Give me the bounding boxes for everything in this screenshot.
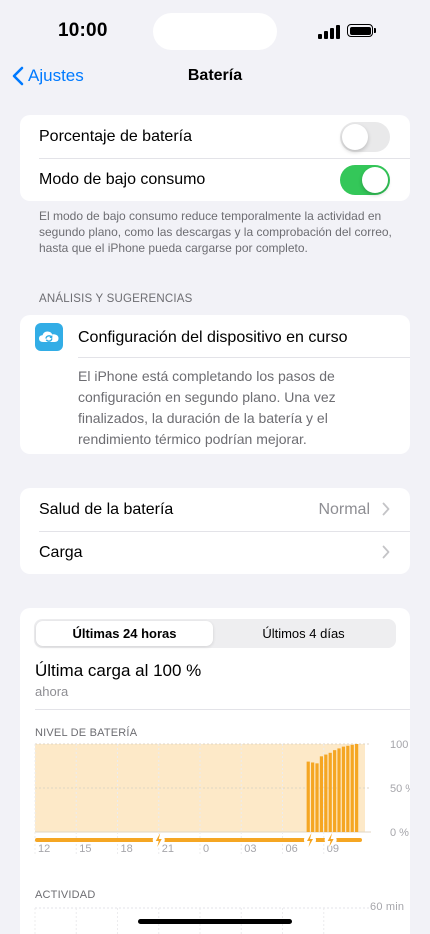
chevron-right-icon: [382, 545, 390, 559]
battery-health-label: Salud de la batería: [39, 500, 174, 518]
device-setup-icon: [35, 323, 63, 351]
battery-level-bar: [311, 762, 315, 832]
battery-level-bar: [355, 744, 359, 832]
low-power-footnote: El modo de bajo consumo reduce temporalm…: [39, 209, 392, 255]
insights-header: ANÁLISIS Y SUGERENCIAS: [39, 293, 193, 305]
insight-divider: [78, 357, 410, 358]
tab-last-4-days[interactable]: Últimos 4 días: [215, 621, 392, 646]
battery-options-card: Porcentaje de batería Modo de bajo consu…: [20, 115, 410, 201]
battery-level-bar: [315, 763, 319, 832]
x-tick-label: 12: [38, 843, 50, 855]
battery-level-bar: [350, 744, 354, 832]
insight-card[interactable]: Configuración del dispositivo en curso E…: [20, 315, 410, 454]
battery-level-bar: [346, 745, 350, 832]
percentage-toggle[interactable]: [340, 122, 390, 152]
battery-level-bar: [328, 752, 332, 832]
signal-icon: [318, 25, 342, 39]
y-tick-label: 100 %: [390, 740, 410, 751]
x-tick-label: 06: [286, 843, 298, 855]
status-time: 10:00: [58, 20, 108, 41]
percentage-label: Porcentaje de batería: [39, 127, 192, 145]
battery-health-value: Normal: [318, 500, 370, 518]
chevron-right-icon: [382, 502, 390, 516]
battery-status-icon: [347, 24, 376, 37]
battery-level-bar: [306, 761, 310, 832]
time-range-segmented-control: Últimas 24 horas Últimos 4 días: [34, 619, 396, 648]
x-tick-label: 21: [162, 843, 174, 855]
battery-health-row[interactable]: Salud de la batería Normal: [20, 488, 410, 531]
page-title: Batería: [187, 67, 243, 84]
low-power-label: Modo de bajo consumo: [39, 170, 206, 188]
navigation-bar: Ajustes Batería: [0, 62, 430, 92]
home-indicator[interactable]: [138, 919, 292, 924]
battery-level-bar: [319, 756, 324, 832]
battery-level-chart: 121518210030609100 %50 %0 %: [34, 740, 410, 856]
last-charge-title: Última carga al 100 %: [35, 661, 202, 680]
tab-last-24-hours[interactable]: Últimas 24 horas: [36, 621, 213, 646]
y-tick-label: 50 %: [390, 783, 410, 795]
device-screen: 10:00 Ajustes Batería Porcentaje de bate…: [0, 0, 430, 934]
battery-level-bar: [324, 754, 328, 832]
dynamic-island: [153, 13, 277, 50]
insight-body: El iPhone está completando los pasos de …: [78, 368, 336, 447]
y-tick-label: 0 %: [390, 827, 409, 839]
battery-level-bar: [341, 746, 346, 832]
low-power-row: Modo de bajo consumo: [20, 158, 410, 201]
status-bar: 10:00: [0, 0, 430, 60]
battery-health-card: Salud de la batería Normal Carga: [20, 488, 410, 574]
x-tick-label: 0: [203, 843, 209, 855]
low-power-toggle[interactable]: [340, 165, 390, 195]
activity-label: ACTIVIDAD: [35, 889, 96, 901]
x-tick-label: 15: [79, 843, 91, 855]
charging-label: Carga: [39, 543, 83, 561]
battery-level-bar: [337, 748, 341, 832]
battery-usage-card: Últimas 24 horas Últimos 4 días Última c…: [20, 608, 410, 934]
x-tick-label: 03: [244, 843, 256, 855]
last-charge-time: ahora: [35, 684, 69, 699]
charging-row[interactable]: Carga: [20, 531, 410, 574]
percentage-row: Porcentaje de batería: [20, 115, 410, 158]
battery-level-label: NIVEL DE BATERÍA: [35, 727, 138, 739]
chart-divider: [35, 709, 410, 710]
battery-level-bar: [333, 750, 337, 832]
x-tick-label: 18: [121, 843, 133, 855]
insight-title: Configuración del dispositivo en curso: [78, 329, 348, 346]
